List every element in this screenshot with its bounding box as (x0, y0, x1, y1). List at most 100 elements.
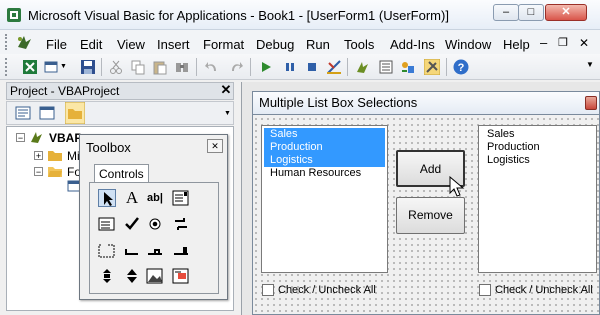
help-icon[interactable]: ? (453, 59, 469, 75)
paste-icon[interactable] (152, 59, 168, 75)
maximize-button[interactable]: □ (518, 4, 544, 21)
optionbutton-tool-icon[interactable] (146, 215, 164, 233)
chevron-down-icon[interactable]: ▼ (60, 63, 67, 70)
toolbar-separator (347, 58, 348, 76)
listbox-tool-icon[interactable] (98, 215, 116, 233)
list-item[interactable]: Human Resources (264, 167, 385, 180)
controls-panel: A ab| (89, 182, 219, 294)
menu-insert[interactable]: Insert (157, 37, 190, 52)
mouse-cursor-icon (449, 176, 465, 197)
standard-toolbar: ▼ ? ▼ (0, 54, 600, 80)
menu-help[interactable]: Help (503, 37, 530, 52)
listbox-left[interactable]: Sales Production Logistics Human Resources (261, 125, 388, 273)
toolbar-separator (101, 58, 102, 76)
list-item[interactable]: Logistics (264, 154, 385, 167)
select-objects-icon[interactable] (98, 189, 116, 207)
pane-scroll-down-icon[interactable]: ▼ (224, 110, 231, 117)
window-title: Microsoft Visual Basic for Applications … (28, 8, 449, 23)
tabstrip-tool-icon[interactable] (146, 241, 164, 259)
menu-tools[interactable]: Tools (344, 37, 374, 52)
properties-icon[interactable] (378, 59, 394, 75)
menu-view[interactable]: View (117, 37, 145, 52)
check-all-right-checkbox[interactable] (479, 284, 491, 296)
run-icon[interactable] (258, 59, 274, 75)
collapse-icon[interactable]: − (16, 133, 25, 143)
cut-icon[interactable] (108, 59, 124, 75)
excel-icon[interactable] (22, 59, 38, 75)
userform-title-bar: Multiple List Box Selections (252, 91, 600, 115)
menu-add-ins[interactable]: Add-Ins (390, 37, 435, 52)
title-bar: Microsoft Visual Basic for Applications … (0, 0, 600, 30)
project-pane-close-button[interactable]: ✕ (219, 83, 233, 97)
tab-controls[interactable]: Controls (94, 164, 149, 182)
stop-icon[interactable] (304, 59, 320, 75)
list-item[interactable]: Logistics (481, 154, 594, 167)
view-object-icon[interactable] (39, 106, 55, 120)
check-all-left-checkbox[interactable] (262, 284, 274, 296)
menu-window[interactable]: Window (445, 37, 491, 52)
save-icon[interactable] (80, 59, 96, 75)
redo-icon[interactable] (228, 59, 244, 75)
commandbutton-tool-icon[interactable] (123, 241, 141, 259)
multipage-tool-icon[interactable] (172, 241, 190, 259)
toggle-folders-icon[interactable] (65, 102, 85, 124)
menu-file[interactable]: File (46, 37, 67, 52)
image-tool-icon[interactable] (146, 267, 164, 285)
label-tool-icon[interactable]: A (123, 189, 141, 207)
toolbar-options-icon[interactable]: ▼ (586, 60, 594, 69)
insert-userform-icon[interactable] (44, 59, 60, 75)
menu-run[interactable]: Run (306, 37, 330, 52)
refedit-tool-icon[interactable] (172, 267, 190, 285)
vba-project-icon[interactable] (14, 33, 34, 51)
vba-project-node-icon (31, 132, 42, 143)
check-all-right-label: Check / Uncheck All (495, 284, 593, 296)
listbox-right[interactable]: Sales Production Logistics (478, 125, 597, 273)
minimize-button[interactable]: – (493, 4, 519, 21)
list-item[interactable]: Sales (481, 128, 594, 141)
copy-icon[interactable] (130, 59, 146, 75)
find-icon[interactable] (174, 59, 190, 75)
folder-open-icon (48, 167, 62, 177)
check-all-left-label: Check / Uncheck All (278, 284, 376, 296)
vba-app-icon (7, 8, 21, 22)
design-mode-icon[interactable] (326, 59, 342, 75)
object-browser-icon[interactable] (400, 59, 416, 75)
toolbox-icon[interactable] (424, 59, 440, 75)
mdi-minimize-button[interactable]: – (540, 35, 547, 50)
view-code-icon[interactable] (15, 106, 31, 120)
menu-grip (5, 34, 8, 50)
menu-debug[interactable]: Debug (256, 37, 294, 52)
toolbar-separator (250, 58, 251, 76)
menu-edit[interactable]: Edit (80, 37, 102, 52)
togglebutton-tool-icon[interactable] (172, 215, 190, 233)
project-explorer-icon[interactable] (354, 59, 370, 75)
list-item[interactable]: Production (264, 141, 385, 154)
collapse-icon[interactable]: − (34, 167, 43, 177)
list-item[interactable]: Sales (264, 128, 385, 141)
scrollbar-tool-icon[interactable] (98, 267, 116, 285)
menu-format[interactable]: Format (203, 37, 244, 52)
folder-icon (48, 151, 62, 161)
textbox-tool-icon[interactable]: ab| (146, 189, 164, 207)
expand-icon[interactable]: + (34, 151, 43, 161)
frame-tool-icon[interactable] (98, 241, 116, 259)
tree-node-root[interactable]: VBAP (49, 131, 82, 145)
userform-close-button[interactable] (585, 96, 597, 110)
project-pane-title: Project - VBAProject (6, 82, 234, 100)
remove-button[interactable]: Remove (396, 197, 465, 234)
userform-title: Multiple List Box Selections (259, 95, 418, 110)
close-button[interactable]: ✕ (545, 4, 587, 21)
tree-node-objects[interactable]: Mi (67, 149, 80, 163)
list-item[interactable]: Production (481, 141, 594, 154)
pause-icon[interactable] (282, 59, 298, 75)
spinbutton-tool-icon[interactable] (123, 267, 141, 285)
project-pane-toolbar: ▼ (6, 101, 234, 125)
toolbox-window: Toolbox ✕ Controls A ab| (79, 134, 228, 300)
svg-text:?: ? (458, 62, 465, 74)
mdi-restore-button[interactable]: ❐ (558, 36, 568, 49)
mdi-close-button[interactable]: ✕ (579, 36, 589, 50)
undo-icon[interactable] (204, 59, 220, 75)
toolbox-close-button[interactable]: ✕ (207, 139, 223, 153)
checkbox-tool-icon[interactable] (123, 215, 141, 233)
combobox-tool-icon[interactable] (172, 189, 190, 207)
